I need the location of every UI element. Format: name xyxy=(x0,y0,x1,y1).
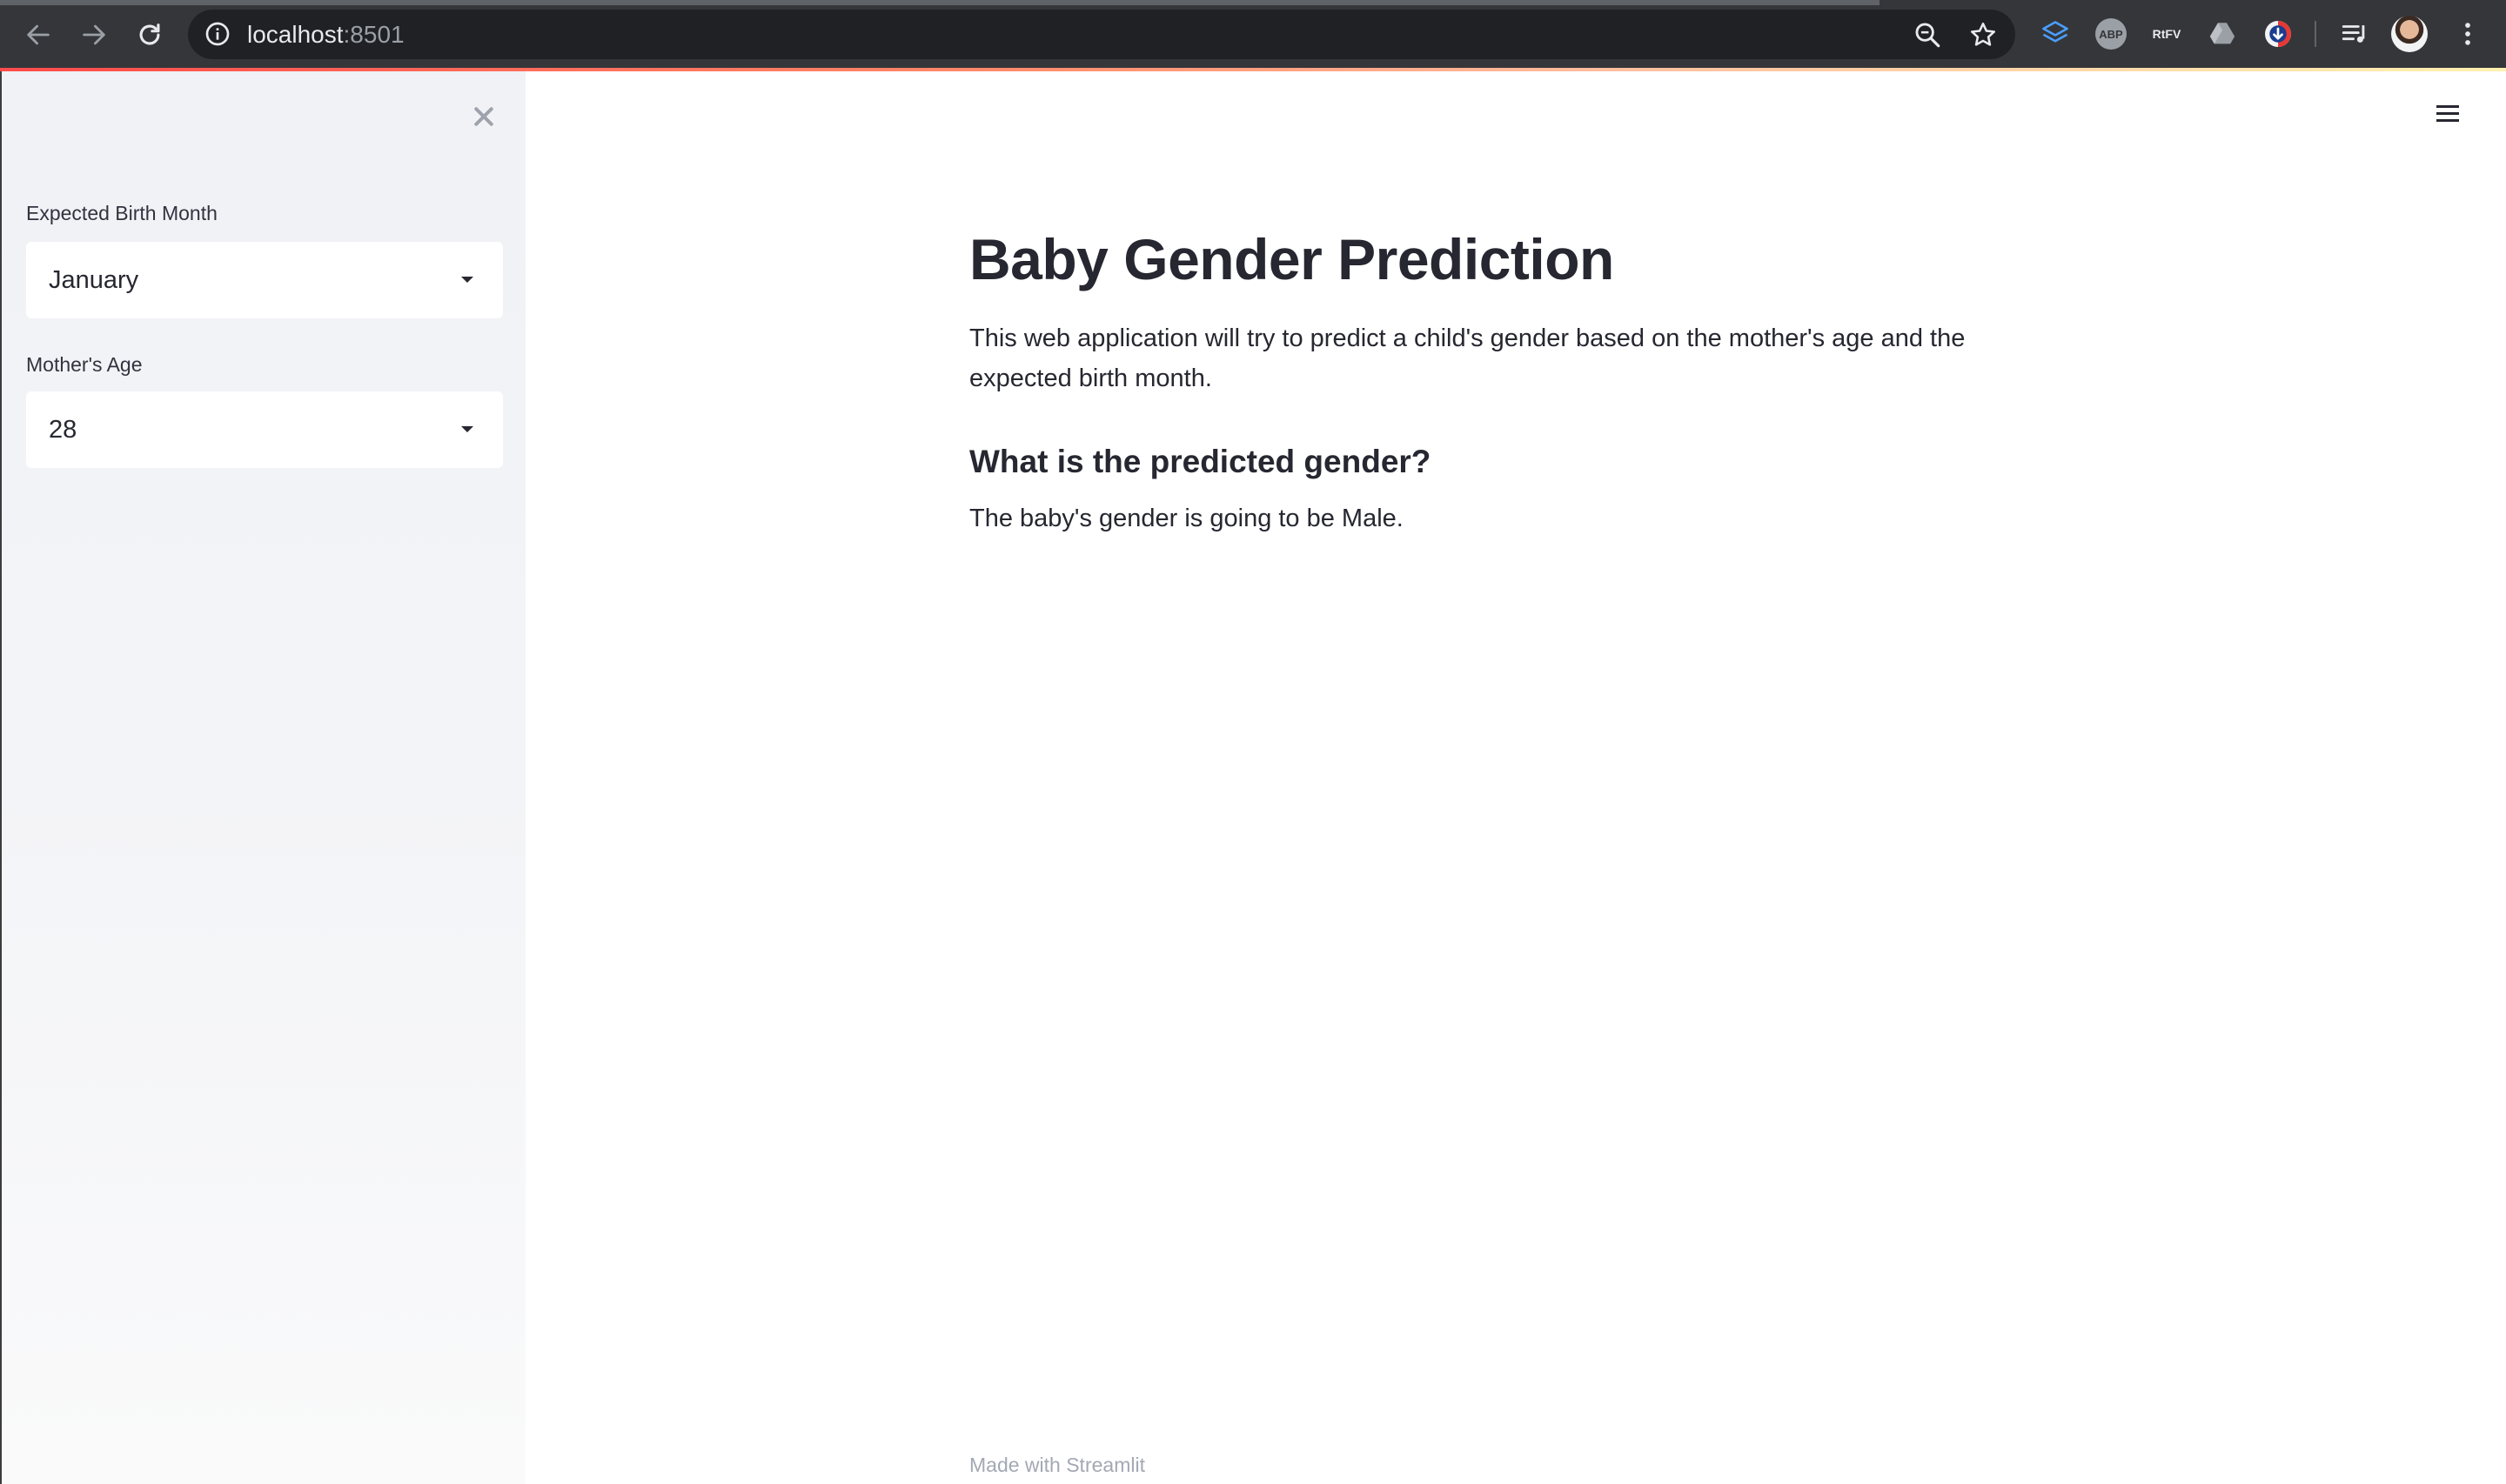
prediction-result: The baby's gender is going to be Male. xyxy=(969,505,1404,532)
back-button[interactable] xyxy=(19,16,57,54)
abp-icon: ABP xyxy=(2095,18,2127,50)
zoom-icon[interactable] xyxy=(1913,20,1942,50)
chevron-down-icon xyxy=(461,277,473,283)
sidebar-close-button[interactable] xyxy=(466,99,501,134)
address-url[interactable]: localhost:8501 xyxy=(247,21,405,49)
url-port: :8501 xyxy=(343,21,405,48)
media-queue-icon xyxy=(2342,25,2365,43)
back-icon xyxy=(27,24,50,45)
drive-extension[interactable] xyxy=(2205,17,2240,51)
forward-button[interactable] xyxy=(75,16,113,54)
reload-button[interactable] xyxy=(131,16,169,54)
chevron-down-icon xyxy=(461,426,473,432)
main-menu-button[interactable] xyxy=(2435,101,2462,127)
mother-age-label: Mother's Age xyxy=(26,353,143,376)
layers-extension[interactable] xyxy=(2038,17,2073,51)
info-icon[interactable] xyxy=(204,20,231,48)
rtfv-extension[interactable]: RtFV xyxy=(2149,17,2184,51)
download-icon xyxy=(2265,21,2291,47)
forward-icon xyxy=(83,24,105,45)
url-host: localhost xyxy=(247,21,344,48)
prediction-heading: What is the predicted gender? xyxy=(969,444,1431,479)
layers-icon xyxy=(2042,21,2068,43)
birth-month-label: Expected Birth Month xyxy=(26,202,218,224)
birth-month-select[interactable]: January xyxy=(26,242,503,318)
sidebar: Expected Birth Month January Mother's Ag… xyxy=(0,71,526,1484)
hamburger-icon xyxy=(2436,119,2459,122)
hamburger-icon xyxy=(2436,105,2459,108)
close-icon xyxy=(474,107,493,126)
star-icon[interactable] xyxy=(1968,20,1998,50)
browser-menu-button[interactable] xyxy=(2450,17,2485,51)
toolbar-divider xyxy=(2315,21,2316,47)
download-extension[interactable] xyxy=(2261,17,2295,51)
footer-streamlit-link[interactable]: Made with Streamlit xyxy=(969,1454,1145,1477)
hamburger-icon xyxy=(2436,112,2459,115)
birth-month-value: January xyxy=(49,266,139,294)
media-queue-button[interactable] xyxy=(2337,17,2372,51)
mother-age-select[interactable]: 28 xyxy=(26,391,503,468)
loading-indicator xyxy=(0,0,1880,5)
page-description: This web application will try to predict… xyxy=(969,324,1966,392)
profile-avatar[interactable] xyxy=(2391,16,2428,52)
reload-icon xyxy=(139,23,160,45)
rtfv-icon: RtFV xyxy=(2152,27,2181,41)
drive-icon xyxy=(2209,23,2235,44)
page-title: Baby Gender Prediction xyxy=(969,227,1614,291)
mother-age-value: 28 xyxy=(49,416,77,444)
browser-toolbar: localhost:8501 ABP RtFV xyxy=(0,0,2506,68)
abp-extension[interactable]: ABP xyxy=(2094,17,2128,51)
kebab-menu-icon xyxy=(2465,23,2470,45)
address-bar[interactable]: localhost:8501 xyxy=(188,10,2015,59)
